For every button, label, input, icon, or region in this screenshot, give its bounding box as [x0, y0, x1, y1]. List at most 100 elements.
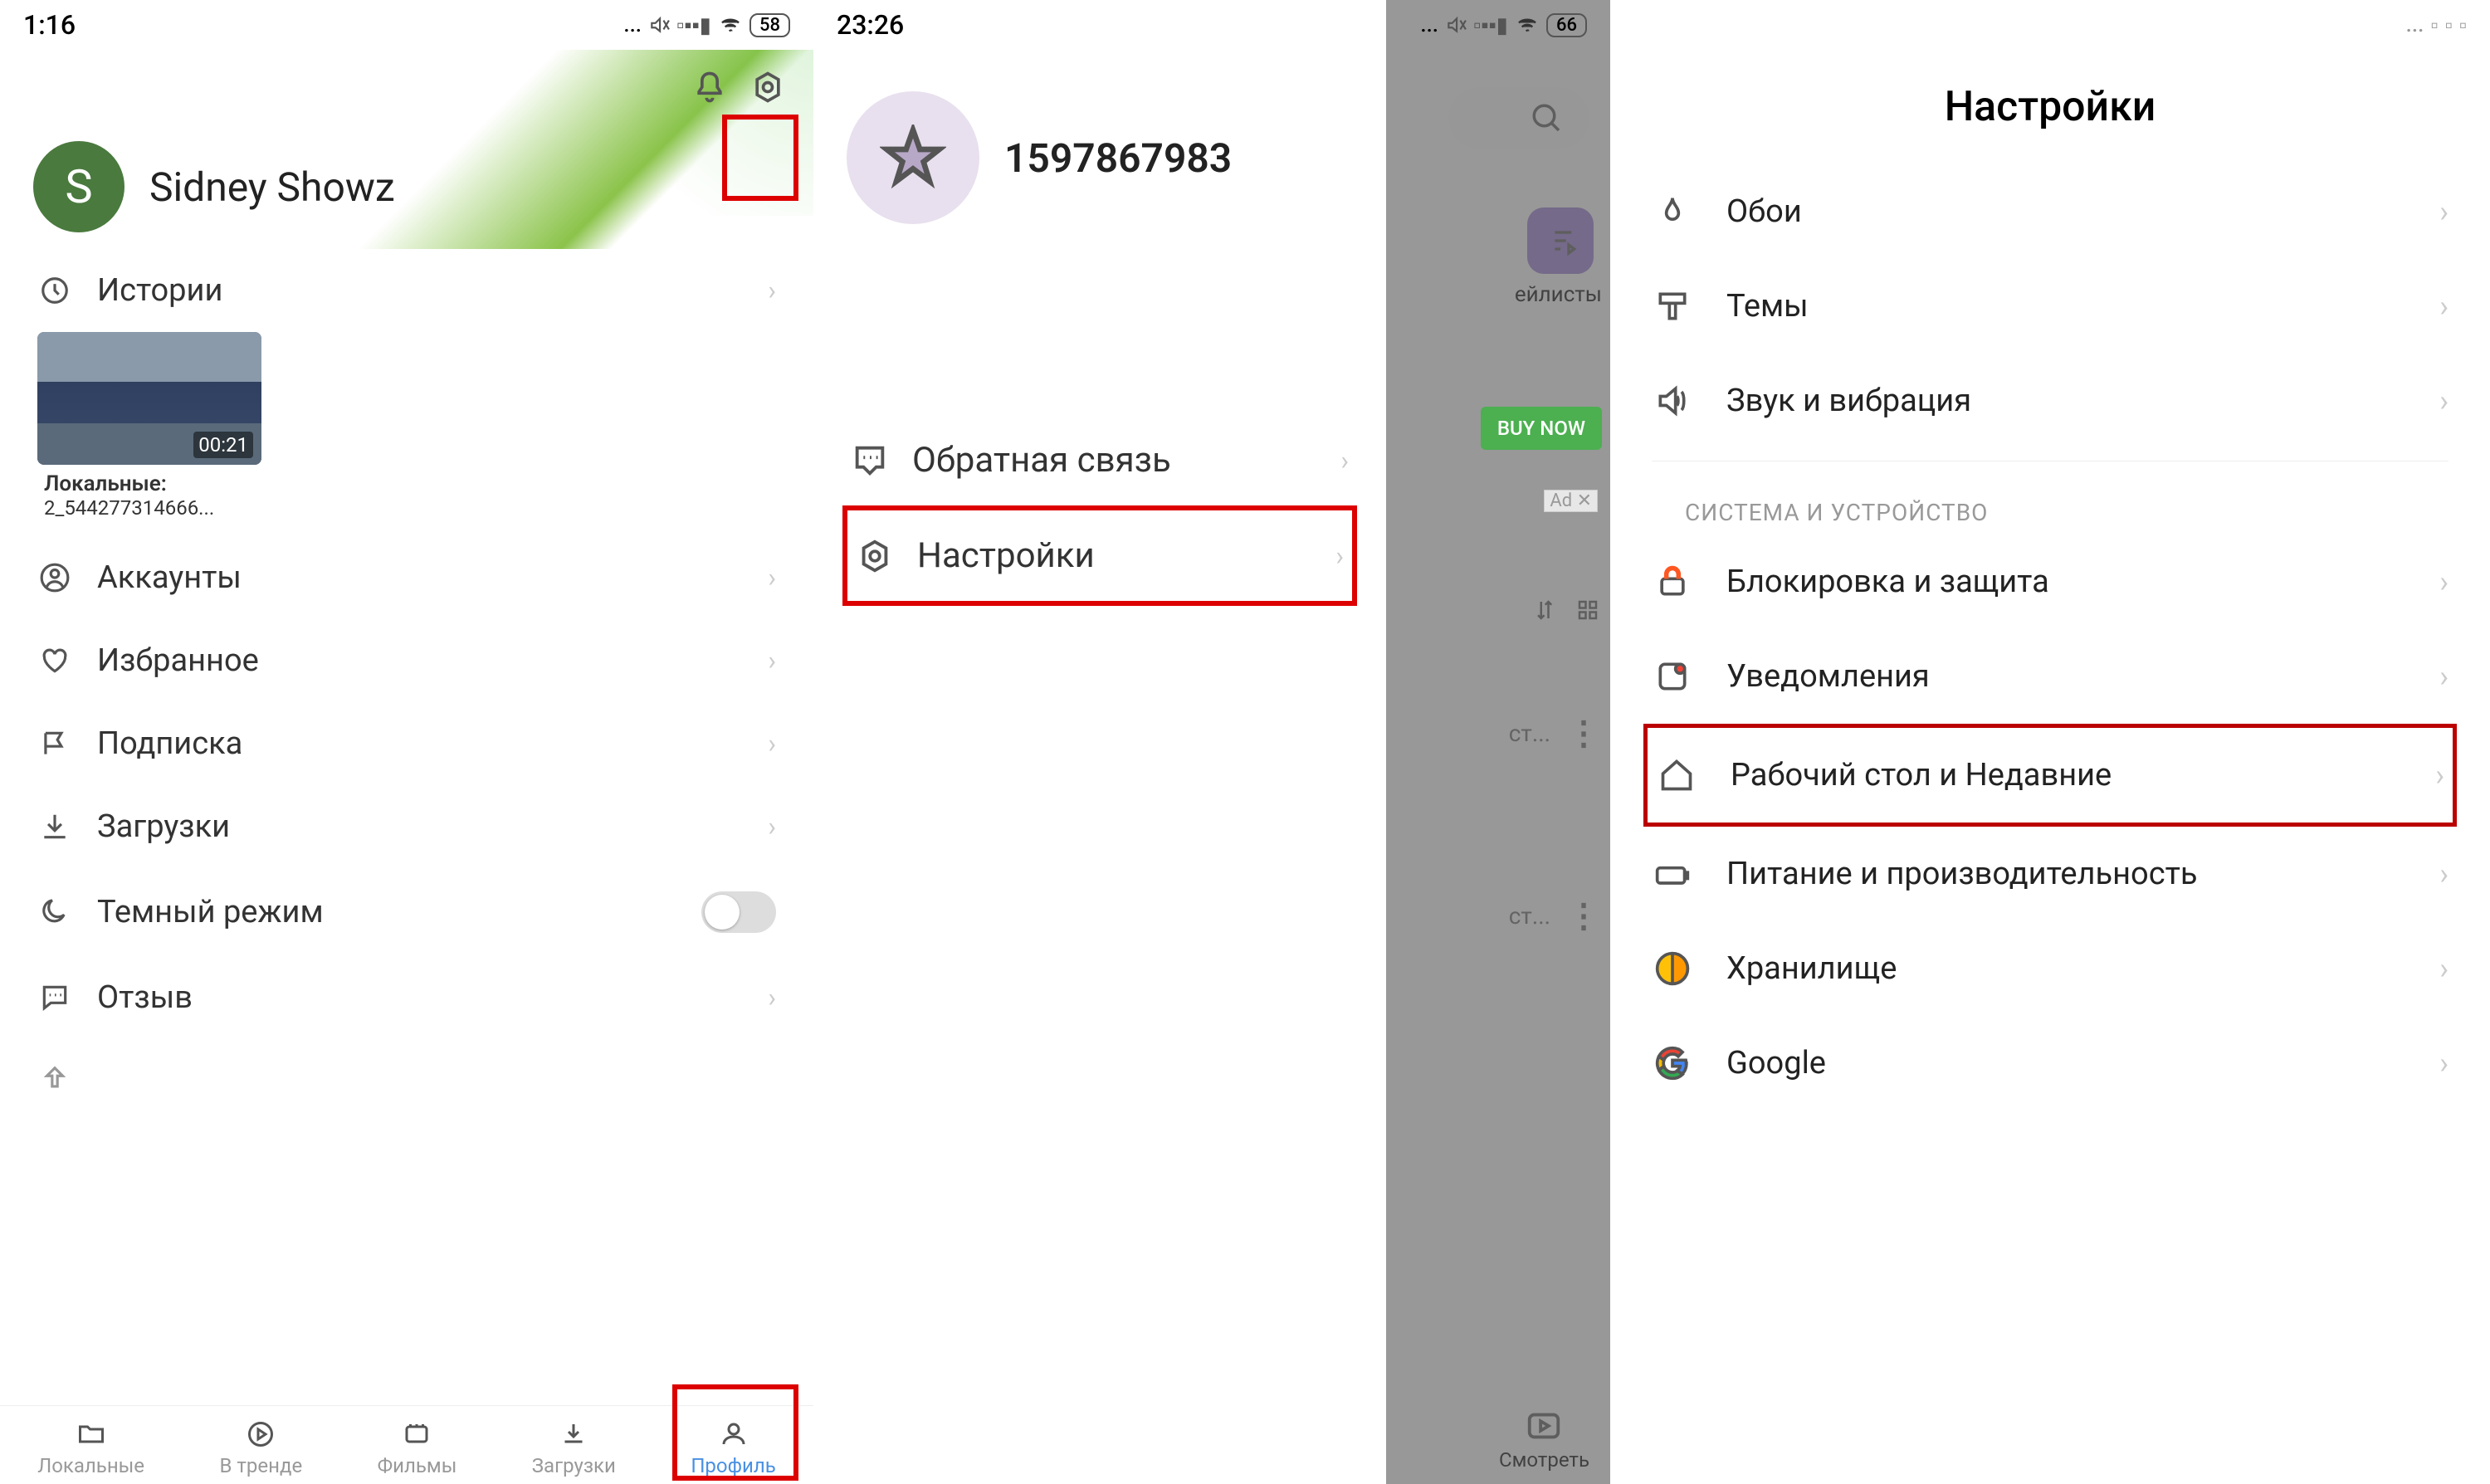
chevron-right-icon: › — [2439, 194, 2448, 229]
video-thumbnail[interactable]: 00:21 — [37, 332, 261, 465]
status-time: 1:16 — [23, 9, 76, 41]
screen-system-settings: ...▫▫▫ Настройки Обои › Темы › Звук и ви… — [1610, 0, 2490, 1484]
chevron-right-icon: › — [768, 562, 776, 593]
tab-movies[interactable]: Фильмы — [378, 1418, 457, 1477]
battery-icon — [1652, 853, 1693, 895]
user-icon — [37, 560, 72, 595]
menu-label: Настройки — [917, 535, 1312, 576]
chevron-right-icon: › — [1335, 540, 1344, 572]
chevron-right-icon: › — [768, 645, 776, 676]
chevron-right-icon: › — [2439, 564, 2448, 599]
menu-label: Отзыв — [97, 979, 743, 1016]
chevron-right-icon: › — [768, 982, 776, 1013]
profile-name: Sidney Showz — [149, 164, 395, 211]
battery-indicator: 66 — [1546, 13, 1587, 37]
setting-themes[interactable]: Темы › — [1643, 259, 2457, 354]
status-bar: 1:16 ... ▫▪▪▮ 58 — [0, 0, 813, 50]
gear-icon — [856, 537, 894, 575]
avatar — [847, 91, 979, 224]
profile-header: S Sidney Showz — [0, 50, 813, 249]
settings-title: Настройки — [1610, 50, 2490, 164]
menu-label: Избранное — [97, 642, 743, 679]
chat-icon — [37, 980, 72, 1015]
section-header: СИСТЕМА И УСТРОЙСТВО — [1643, 474, 2457, 535]
setting-wallpaper[interactable]: Обои › — [1643, 164, 2457, 259]
menu-history[interactable]: Истории › — [29, 249, 784, 332]
home-icon — [1656, 754, 1697, 796]
status-right: ... ▫▪▪▮ 58 — [623, 12, 790, 38]
clock-icon — [37, 273, 72, 308]
setting-sound[interactable]: Звук и вибрация › — [1643, 354, 2457, 448]
screen-settings-panel: ейлисты ст... ⋮ ст... ⋮ Смотреть 23:26 .… — [813, 0, 1610, 1484]
moon-icon — [37, 895, 72, 930]
menu-feedback[interactable]: Обратная связь › — [842, 415, 1357, 505]
heart-icon — [37, 643, 72, 678]
setting-storage[interactable]: Хранилище › — [1643, 921, 2457, 1016]
menu-feedback[interactable]: Отзыв › — [29, 956, 784, 1039]
mute-icon — [648, 14, 670, 36]
menu-label: Истории — [97, 272, 743, 309]
menu-share[interactable] — [29, 1039, 784, 1120]
highlight-tab-profile — [672, 1384, 798, 1481]
setting-home-recents[interactable]: Рабочий стол и Недавние › — [1643, 724, 2457, 827]
tab-downloads[interactable]: Загрузки — [532, 1418, 616, 1477]
status-bar: ...▫▫▫ — [1610, 0, 2490, 50]
chevron-right-icon: › — [2439, 1046, 2448, 1081]
profile-row[interactable]: S Sidney Showz — [33, 141, 395, 232]
wallpaper-icon — [1652, 191, 1693, 232]
menu-dark-mode[interactable]: Темный режим — [29, 868, 784, 956]
wifi-icon — [718, 12, 743, 37]
signal-icon: ▫▪▪▮ — [676, 12, 711, 38]
chevron-right-icon: › — [768, 728, 776, 759]
star-icon — [880, 124, 946, 191]
status-right: ... ▫▪▪▮ 66 — [1420, 12, 1587, 38]
tab-local[interactable]: Локальные — [37, 1418, 144, 1477]
setting-notifications[interactable]: Уведомления › — [1643, 629, 2457, 724]
google-icon — [1652, 1042, 1693, 1084]
chevron-right-icon: › — [768, 811, 776, 842]
chevron-right-icon: › — [1340, 445, 1349, 476]
battery-indicator: 58 — [749, 13, 790, 37]
share-icon — [37, 1062, 72, 1097]
folder-icon — [75, 1418, 108, 1451]
menu-label: Подписка — [97, 725, 743, 762]
chat-icon — [851, 442, 889, 480]
play-icon — [244, 1418, 277, 1451]
chevron-right-icon: › — [2439, 383, 2448, 418]
menu-label: Аккаунты — [97, 559, 743, 596]
video-source: Локальные: — [44, 471, 784, 496]
notifications-icon[interactable] — [689, 66, 730, 108]
status-time: 23:26 — [837, 9, 904, 41]
menu-subscribe[interactable]: Подписка › — [29, 702, 784, 785]
settings-icon[interactable] — [747, 66, 788, 108]
dark-mode-toggle[interactable] — [701, 891, 776, 933]
status-bar: 23:26 ... ▫▪▪▮ 66 — [813, 0, 1610, 50]
wifi-icon — [1515, 12, 1540, 37]
avatar: S — [33, 141, 124, 232]
notifications-icon — [1652, 656, 1693, 697]
video-duration: 00:21 — [193, 432, 253, 458]
user-id: 1597867983 — [1004, 134, 1232, 182]
tab-trending[interactable]: В тренде — [219, 1418, 302, 1477]
ad-badge[interactable]: Ad ✕ — [1544, 490, 1598, 512]
setting-battery[interactable]: Питание и производительность › — [1643, 827, 2457, 921]
sound-icon — [1652, 380, 1693, 422]
menu-favorites[interactable]: Избранное › — [29, 619, 784, 702]
chevron-right-icon: › — [2439, 857, 2448, 891]
status-right: ...▫▫▫ — [2406, 12, 2467, 38]
chevron-right-icon: › — [2439, 951, 2448, 986]
chevron-right-icon: › — [768, 275, 776, 306]
menu-label: Загрузки — [97, 808, 743, 845]
screen-profile: 1:16 ... ▫▪▪▮ 58 S Sidney Showz Истори — [0, 0, 813, 1484]
flag-icon — [37, 726, 72, 761]
themes-icon — [1652, 286, 1693, 327]
buy-now-button[interactable]: BUY NOW — [1481, 407, 1602, 450]
profile-row[interactable]: 1597867983 — [813, 50, 1386, 266]
storage-icon — [1652, 948, 1693, 989]
setting-lock[interactable]: Блокировка и защита › — [1643, 535, 2457, 629]
menu-accounts[interactable]: Аккаунты › — [29, 536, 784, 619]
menu-settings[interactable]: Настройки › — [842, 505, 1357, 606]
chevron-right-icon: › — [2439, 659, 2448, 694]
setting-google[interactable]: Google › — [1643, 1016, 2457, 1111]
menu-downloads[interactable]: Загрузки › — [29, 785, 784, 868]
